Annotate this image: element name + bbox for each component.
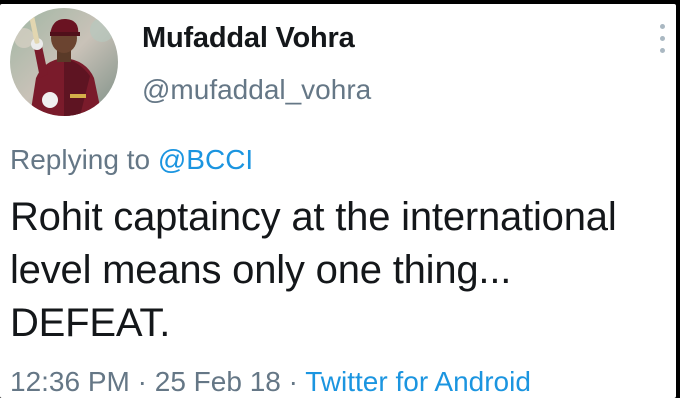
tweet-date[interactable]: 25 Feb 18	[155, 366, 281, 397]
separator: ·	[280, 366, 306, 397]
replying-to-label: Replying to	[10, 144, 151, 175]
separator: ·	[129, 366, 155, 397]
replying-to: Replying to @BCCI	[10, 144, 253, 176]
dot	[659, 48, 665, 53]
reply-mention-link[interactable]: @BCCI	[158, 144, 253, 175]
tweet-metadata: 12:36 PM · 25 Feb 18 · Twitter for Andro…	[10, 366, 531, 398]
display-name[interactable]: Mufaddal Vohra	[142, 22, 355, 55]
tweet-text: Rohit captaincy at the international lev…	[10, 195, 617, 345]
more-options-icon[interactable]	[656, 24, 668, 64]
dot	[659, 36, 665, 41]
user-handle[interactable]: @mufaddal_vohra	[142, 74, 371, 106]
tweet-source-link[interactable]: Twitter for Android	[305, 366, 531, 397]
tweet-card: Mufaddal Vohra @mufaddal_vohra Replying …	[0, 4, 676, 398]
avatar[interactable]	[10, 8, 118, 116]
avatar-image	[10, 8, 118, 116]
dot	[659, 24, 665, 29]
tweet-time[interactable]: 12:36 PM	[10, 366, 130, 397]
